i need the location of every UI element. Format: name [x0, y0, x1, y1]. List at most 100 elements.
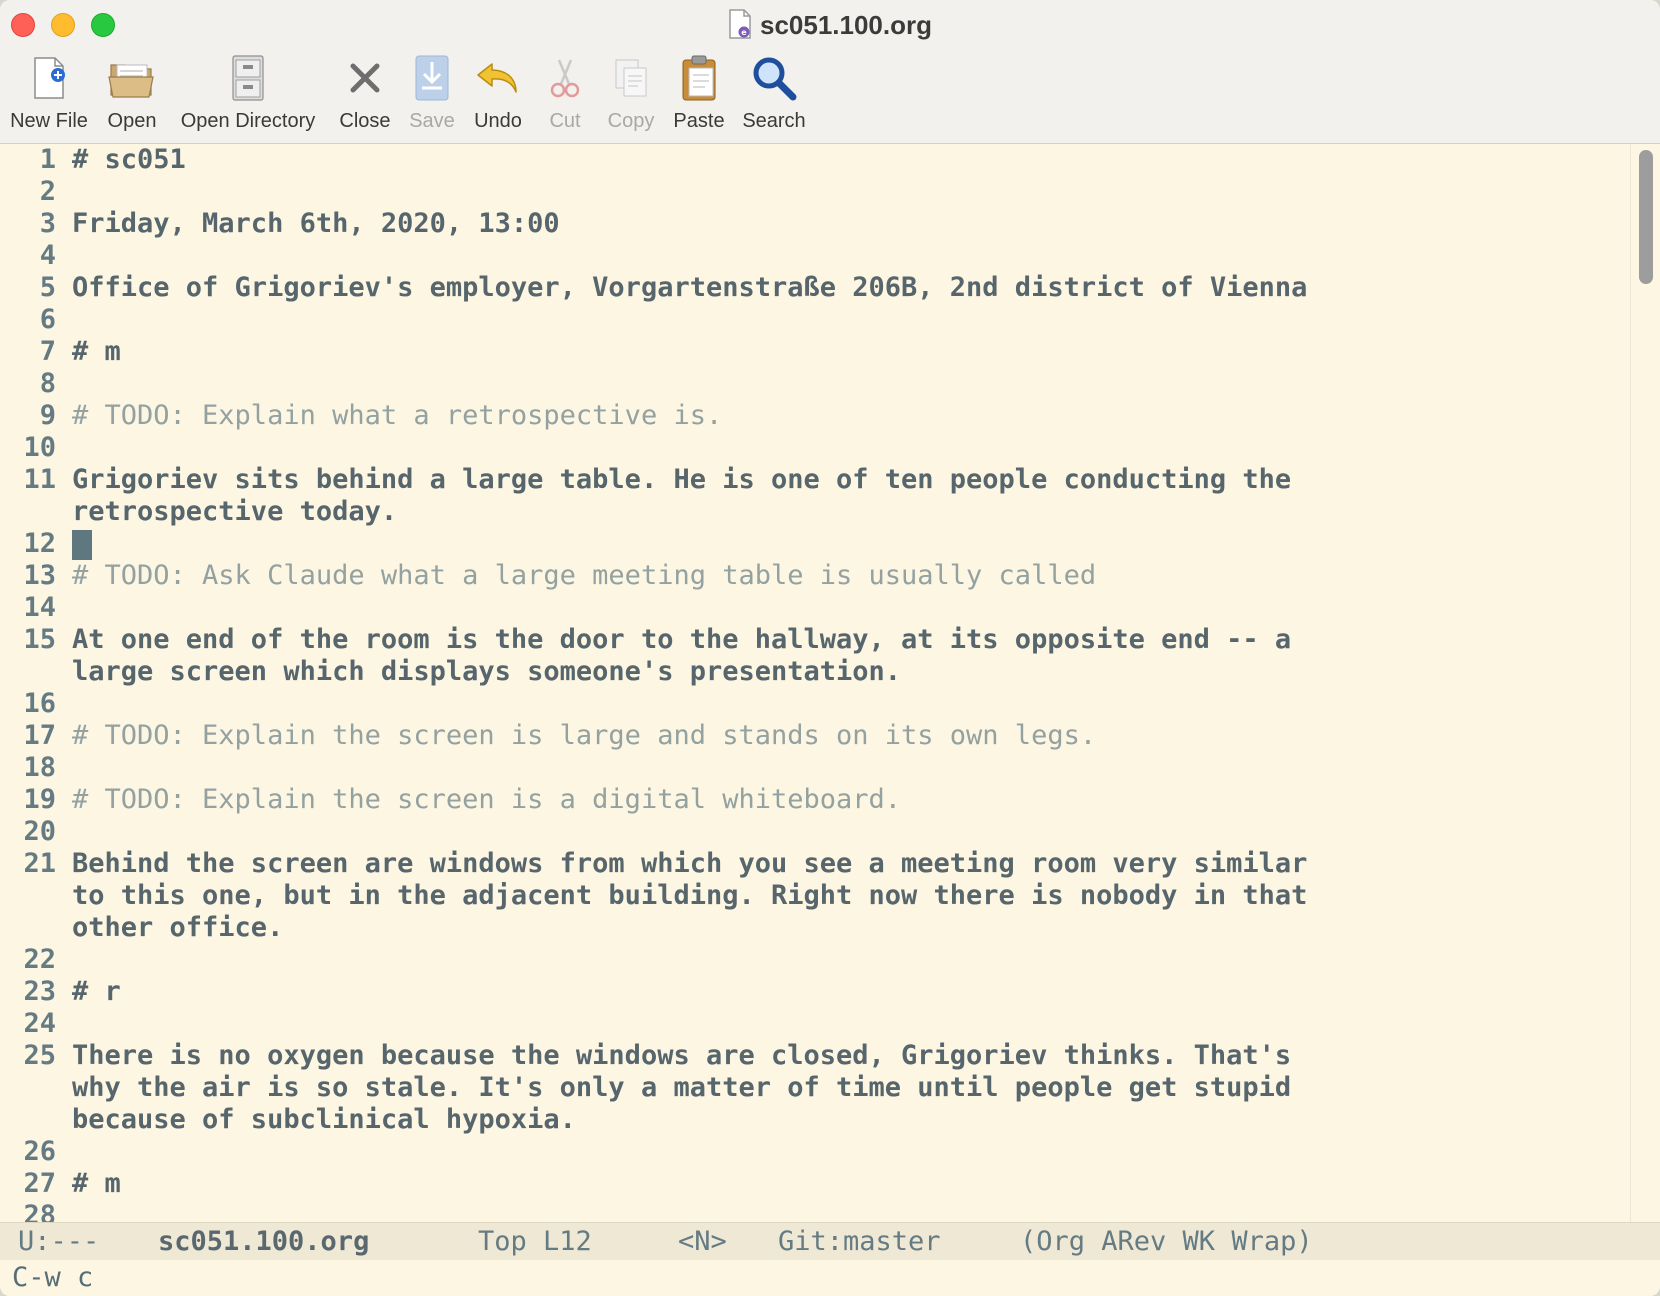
line-text: # m — [72, 1168, 121, 1199]
editor-line[interactable]: 7 # m — [0, 336, 1620, 368]
line-number: 25 — [23, 1040, 56, 1071]
editor-line[interactable]: 18 — [0, 752, 1620, 784]
editor-line[interactable]: 11 Grigoriev sits behind a large table. H… — [0, 464, 1620, 528]
vertical-scrollbar[interactable] — [1630, 144, 1660, 1222]
editor-line[interactable]: 9 # TODO: Explain what a retrospective is… — [0, 400, 1620, 432]
editor-line[interactable]: 16 — [0, 688, 1620, 720]
line-number: 2 — [39, 176, 56, 207]
editor-line[interactable]: 27 # m — [0, 1168, 1620, 1200]
editor-line[interactable]: 22 — [0, 944, 1620, 976]
line-text: # m — [72, 336, 121, 367]
line-number: 10 — [23, 432, 56, 463]
line-number: 11 — [23, 464, 56, 495]
text-editor-buffer[interactable]: 1 # sc051 2 3 Friday, March 6th, 2020, 13:00… — [0, 144, 1630, 1222]
editor-line[interactable]: 17 # TODO: Explain the screen is large an… — [0, 720, 1620, 752]
editor-line[interactable]: 14 — [0, 592, 1620, 624]
line-text: # TODO: Explain the screen is large and … — [72, 720, 1097, 751]
text-cursor — [72, 530, 92, 560]
line-number: 27 — [23, 1168, 56, 1199]
line-number: 14 — [23, 592, 56, 623]
line-text: Grigoriev sits behind a large table. He … — [72, 464, 1292, 495]
new-file-button[interactable]: New File — [8, 50, 90, 133]
open-button[interactable]: Open — [100, 50, 164, 133]
line-text: Office of Grigoriev's employer, Vorgarte… — [72, 272, 1308, 303]
line-number: 9 — [39, 400, 56, 431]
line-number: 8 — [39, 368, 56, 399]
scissors-icon — [550, 59, 580, 98]
title-toolbar-area: e sc051.100.org New File Open Open Direc… — [0, 0, 1660, 144]
line-number: 20 — [23, 816, 56, 847]
paste-button[interactable]: Paste — [668, 50, 730, 133]
editor-line[interactable]: 15 At one end of the room is the door to … — [0, 624, 1620, 688]
paste-label: Paste — [673, 110, 725, 132]
editor-line[interactable]: 24 — [0, 1008, 1620, 1040]
line-number: 7 — [39, 336, 56, 367]
search-button[interactable]: Search — [738, 50, 810, 133]
save-download-icon — [415, 55, 449, 101]
editor-line[interactable]: 12 — [0, 528, 1620, 560]
line-number: 16 — [23, 688, 56, 719]
line-number: 22 — [23, 944, 56, 975]
file-cabinet-icon — [232, 55, 264, 101]
editor-line[interactable]: 1 # sc051 — [0, 144, 1620, 176]
minibuffer[interactable]: C-w c — [0, 1260, 1660, 1296]
line-number: 13 — [23, 560, 56, 591]
wrapped-line-text: why the air is so stale. It's only a mat… — [72, 1072, 1292, 1103]
open-directory-button[interactable]: Open Directory — [174, 50, 322, 133]
wrapped-line-text: retrospective today. — [72, 496, 398, 527]
save-label: Save — [409, 110, 455, 132]
copy-button[interactable]: Copy — [600, 50, 662, 133]
copy-pages-icon — [615, 59, 647, 97]
editor-line[interactable]: 19 # TODO: Explain the screen is a digita… — [0, 784, 1620, 816]
editor-line[interactable]: 8 — [0, 368, 1620, 400]
line-number: 18 — [23, 752, 56, 783]
emacs-window: e sc051.100.org New File Open Open Direc… — [0, 0, 1660, 1296]
undo-button[interactable]: Undo — [468, 50, 528, 133]
editor-line[interactable]: 25 There is no oxygen because the windows… — [0, 1040, 1620, 1136]
editor-line[interactable]: 4 — [0, 240, 1620, 272]
modeline-position: Top L12 — [478, 1226, 592, 1257]
line-number: 17 — [23, 720, 56, 751]
line-number: 19 — [23, 784, 56, 815]
clipboard-paste-icon — [682, 55, 716, 101]
close-button[interactable]: Close — [336, 50, 394, 133]
new-file-label: New File — [10, 110, 88, 132]
editor-line[interactable]: 23 # r — [0, 976, 1620, 1008]
line-text: # sc051 — [72, 144, 186, 175]
editor-line[interactable]: 5 Office of Grigoriev's employer, Vorgart… — [0, 272, 1620, 304]
modeline-evil-state: <N> — [678, 1226, 727, 1257]
wrapped-line-text: because of subclinical hypoxia. — [72, 1104, 576, 1135]
save-button[interactable]: Save — [406, 50, 458, 133]
line-number: 12 — [23, 528, 56, 559]
modeline-vc-branch: Git:master — [778, 1226, 941, 1257]
line-text: # TODO: Explain what a retrospective is. — [72, 400, 723, 431]
editor-line[interactable]: 3 Friday, March 6th, 2020, 13:00 — [0, 208, 1620, 240]
undo-arrow-icon — [477, 63, 517, 93]
cut-button[interactable]: Cut — [538, 50, 592, 133]
line-number: 21 — [23, 848, 56, 879]
scrollbar-thumb[interactable] — [1639, 150, 1653, 284]
line-number: 23 — [23, 976, 56, 1007]
editor-line[interactable]: 13 # TODO: Ask Claude what a large meetin… — [0, 560, 1620, 592]
editor-line[interactable]: 26 — [0, 1136, 1620, 1168]
line-number: 4 — [39, 240, 56, 271]
editor-line[interactable]: 10 — [0, 432, 1620, 464]
wrapped-line-text: other office. — [72, 912, 284, 943]
line-text: There is no oxygen because the windows a… — [72, 1040, 1292, 1071]
mode-line: U:--- sc051.100.org Top L12 <N> Git:mast… — [0, 1222, 1660, 1261]
editor-line[interactable]: 2 — [0, 176, 1620, 208]
editor-line[interactable]: 20 — [0, 816, 1620, 848]
line-number: 26 — [23, 1136, 56, 1167]
line-number: 24 — [23, 1008, 56, 1039]
editor-line[interactable]: 21 Behind the screen are windows from whi… — [0, 848, 1620, 944]
wrapped-line-text: to this one, but in the adjacent buildin… — [72, 880, 1308, 911]
undo-label: Undo — [474, 110, 522, 132]
editor-line[interactable]: 28 — [0, 1200, 1620, 1222]
editor-line[interactable]: 6 — [0, 304, 1620, 336]
close-label: Close — [339, 110, 391, 132]
line-text: # r — [72, 976, 121, 1007]
magnifier-search-icon — [753, 57, 797, 101]
open-folder-icon — [108, 64, 154, 98]
line-number: 3 — [39, 208, 56, 239]
line-text: # TODO: Explain the screen is a digital … — [72, 784, 902, 815]
